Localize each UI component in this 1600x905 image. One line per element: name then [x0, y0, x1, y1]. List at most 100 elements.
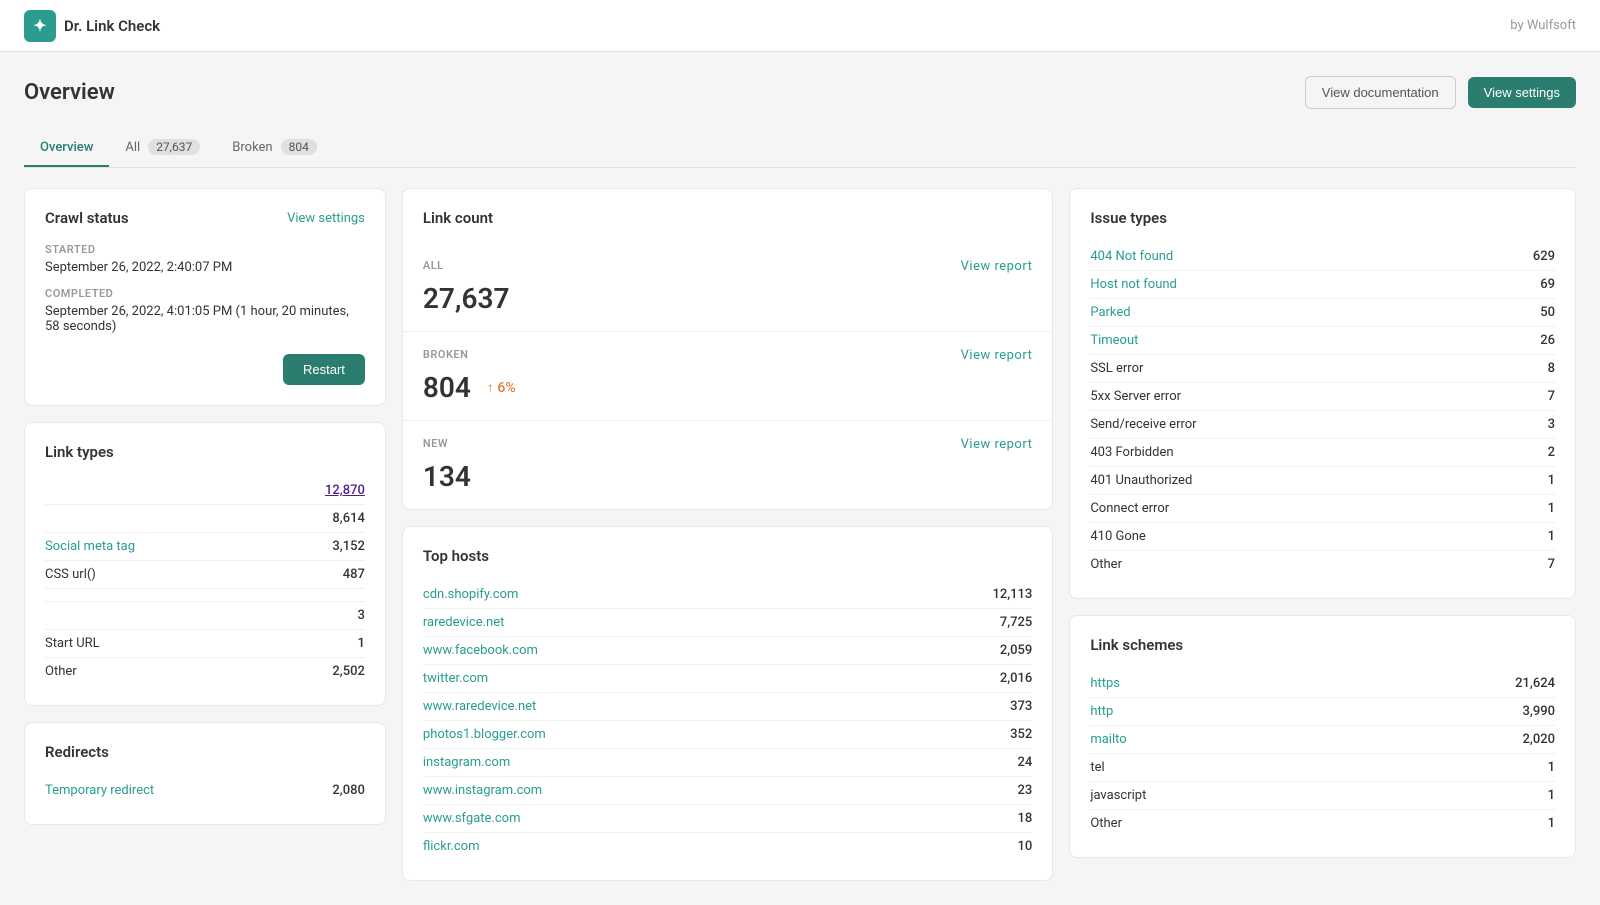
host-name[interactable]: instagram.com — [423, 755, 510, 770]
list-item: 401 Unauthorized 1 — [1090, 467, 1555, 495]
list-item: 5xx Server error 7 — [1090, 383, 1555, 411]
issue-types-list: 404 Not found 629 Host not found 69 Park… — [1090, 243, 1555, 578]
host-name[interactable]: twitter.com — [423, 671, 488, 686]
crawl-status-view-settings-link[interactable]: View settings — [287, 211, 365, 226]
top-hosts-title: Top hosts — [423, 547, 1032, 565]
issue-name: Send/receive error — [1090, 417, 1196, 432]
link-type-count: 12,870 — [325, 483, 365, 498]
issue-count: 69 — [1540, 277, 1555, 292]
link-types-title: Link types — [45, 443, 365, 461]
scheme-name[interactable]: https — [1090, 676, 1120, 691]
issue-types-card: Issue types 404 Not found 629 Host not f… — [1069, 188, 1576, 599]
tab-all[interactable]: All 27,637 — [109, 129, 216, 167]
issue-name[interactable]: Parked — [1090, 305, 1130, 320]
redirect-name[interactable]: Temporary redirect — [45, 783, 154, 798]
host-name[interactable]: www.instagram.com — [423, 783, 542, 798]
issue-name[interactable]: Timeout — [1090, 333, 1138, 348]
main-grid: Crawl status View settings STARTED Septe… — [24, 188, 1576, 881]
scheme-count: 1 — [1548, 788, 1555, 803]
issue-count: 8 — [1548, 361, 1555, 376]
host-name[interactable]: flickr.com — [423, 839, 480, 854]
tab-broken-label: Broken — [232, 140, 272, 155]
view-documentation-button[interactable]: View documentation — [1305, 76, 1456, 109]
new-metric-label: NEW View report — [423, 437, 1032, 452]
top-hosts-card: Top hosts cdn.shopify.com 12,113 raredev… — [402, 526, 1053, 881]
host-name[interactable]: photos1.blogger.com — [423, 727, 546, 742]
list-item: Parked 50 — [1090, 299, 1555, 327]
all-metric-label: ALL View report — [423, 259, 1032, 274]
started-label: STARTED — [45, 243, 365, 256]
link-schemes-title: Link schemes — [1090, 636, 1555, 654]
broken-view-report-link[interactable]: View report — [961, 348, 1033, 363]
issue-name: Connect error — [1090, 501, 1169, 516]
host-count: 2,059 — [1000, 643, 1032, 658]
all-view-report-link[interactable]: View report — [961, 259, 1033, 274]
host-name[interactable]: raredevice.net — [423, 615, 504, 630]
list-item: http 3,990 — [1090, 698, 1555, 726]
scheme-name[interactable]: http — [1090, 704, 1113, 719]
host-name[interactable]: www.facebook.com — [423, 643, 538, 658]
list-item: Social meta tag 3,152 — [45, 533, 365, 561]
list-item: www.instagram.com 23 — [423, 777, 1032, 805]
middle-column: Link count ALL View report 27,637 BROKEN… — [402, 188, 1053, 881]
link-type-count: 8,614 — [332, 511, 364, 526]
issue-count: 1 — [1548, 473, 1555, 488]
issue-count: 7 — [1548, 557, 1555, 572]
link-type-count: 487 — [343, 567, 365, 582]
host-name[interactable]: www.sfgate.com — [423, 811, 521, 826]
new-view-report-link[interactable]: View report — [961, 437, 1033, 452]
list-item: www.raredevice.net 373 — [423, 693, 1032, 721]
list-item: www.sfgate.com 18 — [423, 805, 1032, 833]
link-type-name: CSS url() — [45, 567, 96, 582]
issue-name: 410 Gone — [1090, 529, 1146, 544]
list-item: mailto 2,020 — [1090, 726, 1555, 754]
page-header: Overview View documentation View setting… — [24, 76, 1576, 109]
scheme-name[interactable]: mailto — [1090, 732, 1126, 747]
issue-name: SSL error — [1090, 361, 1143, 376]
scheme-name: Other — [1090, 816, 1122, 831]
list-item: cdn.shopify.com 12,113 — [423, 581, 1032, 609]
completed-value: September 26, 2022, 4:01:05 PM (1 hour, … — [45, 304, 365, 334]
new-metric-value: 134 — [423, 460, 1032, 493]
host-name[interactable]: www.raredevice.net — [423, 699, 536, 714]
broken-metric-value: 804 — [423, 371, 471, 404]
list-item: 404 Not found 629 — [1090, 243, 1555, 271]
all-metric-value: 27,637 — [423, 282, 1032, 315]
host-count: 10 — [1018, 839, 1033, 854]
link-type-count: 2,502 — [332, 664, 364, 679]
tab-overview[interactable]: Overview — [24, 129, 109, 167]
completed-label: COMPLETED — [45, 287, 365, 300]
list-item: Connect error 1 — [1090, 495, 1555, 523]
list-item: instagram.com 24 — [423, 749, 1032, 777]
scheme-count: 3,990 — [1523, 704, 1555, 719]
view-settings-button[interactable]: View settings — [1468, 77, 1576, 108]
issue-count: 1 — [1548, 529, 1555, 544]
tab-all-badge: 27,637 — [148, 139, 200, 155]
host-count: 2,016 — [1000, 671, 1032, 686]
list-item: photos1.blogger.com 352 — [423, 721, 1032, 749]
restart-button[interactable]: Restart — [283, 354, 365, 385]
list-item: www.facebook.com 2,059 — [423, 637, 1032, 665]
redirects-list: Temporary redirect 2,080 — [45, 777, 365, 804]
scheme-count: 1 — [1548, 760, 1555, 775]
link-types-card: Link types 12,870 8,614 Social meta tag … — [24, 422, 386, 706]
host-count: 373 — [1010, 699, 1032, 714]
link-type-name[interactable]: Social meta tag — [45, 539, 135, 554]
issue-name[interactable]: Host not found — [1090, 277, 1177, 292]
list-item: javascript 1 — [1090, 782, 1555, 810]
host-count: 12,113 — [992, 587, 1032, 602]
scheme-name: tel — [1090, 760, 1104, 775]
crawl-status-title: Crawl status View settings — [45, 209, 365, 227]
list-item: flickr.com 10 — [423, 833, 1032, 860]
list-item: Start URL 1 — [45, 630, 365, 658]
link-count-broken-section: BROKEN View report 804 ↑ 6% — [403, 332, 1052, 421]
host-name[interactable]: cdn.shopify.com — [423, 587, 519, 602]
issue-count: 629 — [1533, 249, 1555, 264]
list-item: raredevice.net 7,725 — [423, 609, 1032, 637]
app-name: Dr. Link Check — [64, 17, 160, 35]
tab-all-label: All — [125, 140, 140, 155]
tab-broken[interactable]: Broken 804 — [216, 129, 333, 167]
issue-name[interactable]: 404 Not found — [1090, 249, 1173, 264]
header: ✦ Dr. Link Check by Wulfsoft — [0, 0, 1600, 52]
list-item: 403 Forbidden 2 — [1090, 439, 1555, 467]
